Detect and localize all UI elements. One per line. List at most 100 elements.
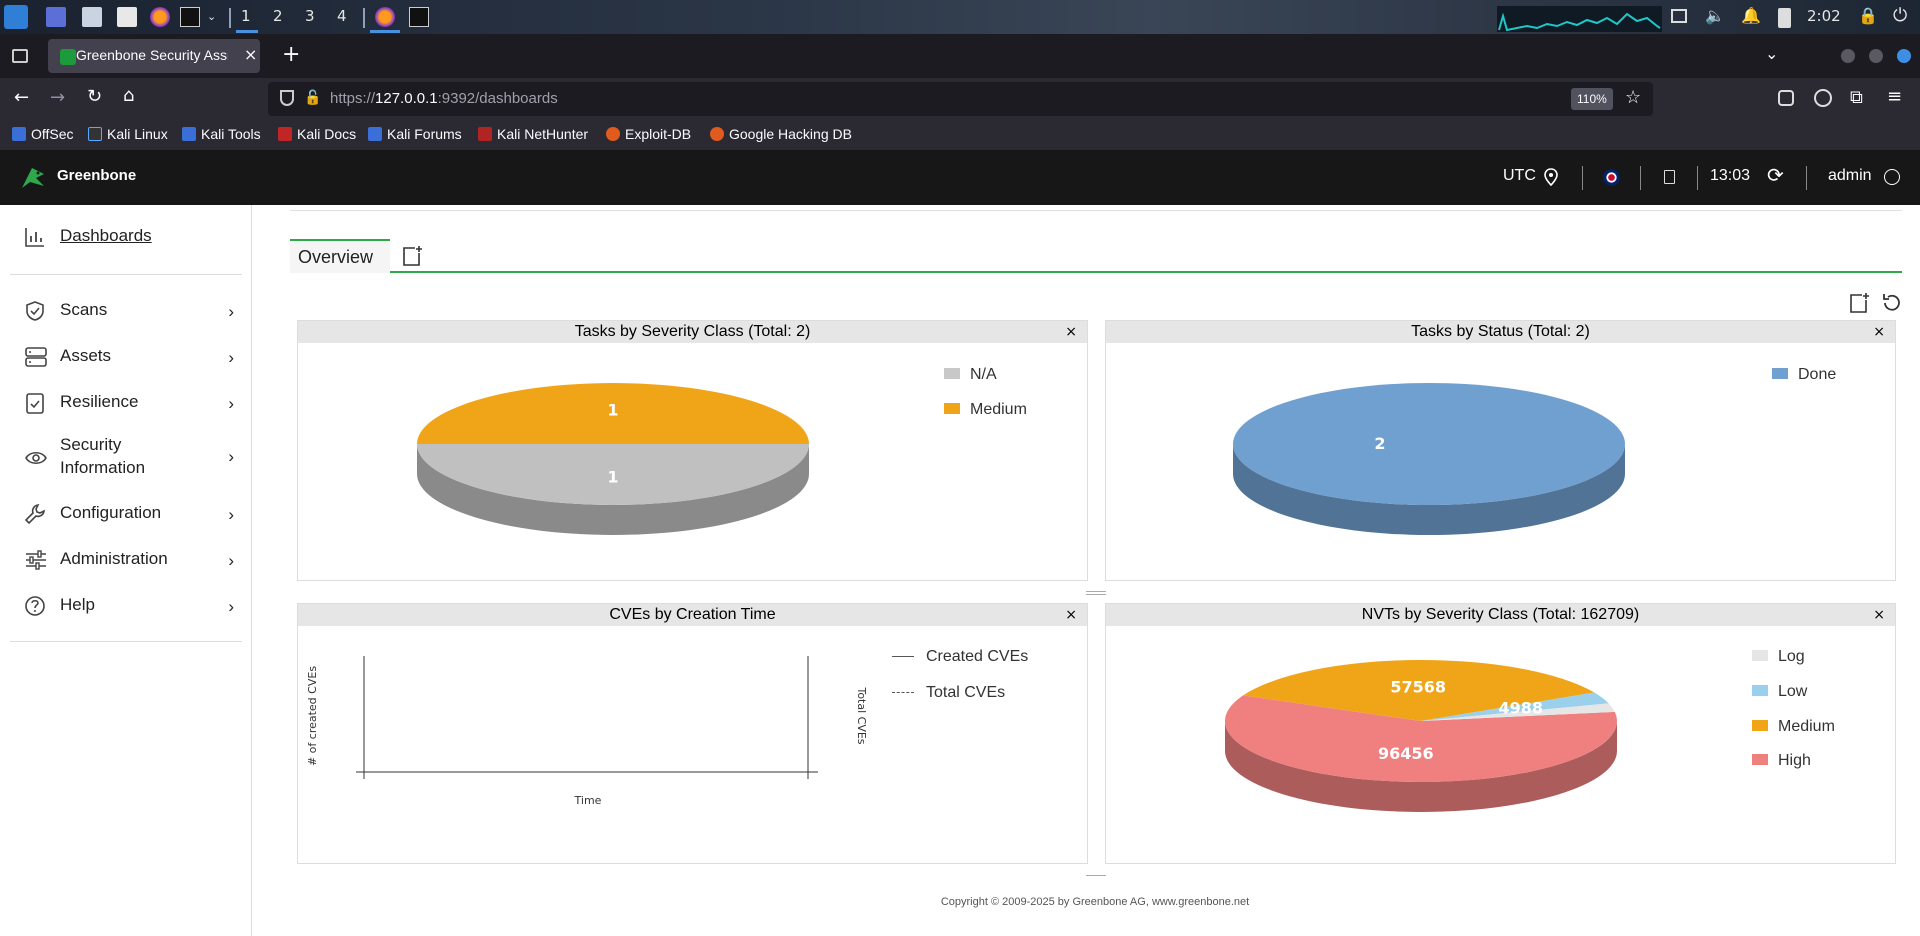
menu-icon[interactable]: ≡ bbox=[1887, 86, 1902, 107]
legend-label: Low bbox=[1778, 683, 1808, 700]
url-text[interactable]: https://127.0.0.1:9392/dashboards bbox=[330, 90, 558, 107]
close-window-icon[interactable] bbox=[1897, 49, 1911, 63]
desktop-icon[interactable] bbox=[46, 7, 66, 27]
panel-close-icon[interactable]: × bbox=[1873, 604, 1885, 626]
kali-dragon-icon bbox=[88, 127, 102, 141]
nethunter-icon bbox=[478, 127, 492, 141]
system-clock: 2:02 bbox=[1807, 7, 1841, 25]
terminal-launcher-icon[interactable] bbox=[180, 7, 200, 27]
minimize-icon[interactable] bbox=[1841, 49, 1855, 63]
sidebar-item-label-line2: Information bbox=[60, 458, 146, 477]
sidebar-item-security-information[interactable]: Security Information › bbox=[24, 435, 234, 479]
bookmark-exploit-db[interactable]: Exploit-DB bbox=[606, 126, 691, 142]
legend-item-high[interactable]: High bbox=[1752, 752, 1811, 770]
workspace-4[interactable]: 4 bbox=[337, 7, 347, 25]
reload-icon[interactable]: ↻ bbox=[87, 86, 102, 107]
browser-tab-active[interactable]: Greenbone Security Assis × bbox=[48, 39, 260, 73]
url-bar[interactable]: 🔓 https://127.0.0.1:9392/dashboards 110%… bbox=[268, 82, 1653, 116]
panel-close-icon[interactable]: × bbox=[1873, 321, 1885, 343]
add-display-icon[interactable] bbox=[1848, 292, 1870, 314]
account-icon[interactable] bbox=[1814, 89, 1832, 107]
bookmark-kali-linux[interactable]: Kali Linux bbox=[88, 126, 168, 142]
legend-item-total-cves[interactable]: Total CVEs bbox=[892, 684, 1005, 702]
reset-dashboard-icon[interactable] bbox=[1881, 292, 1903, 314]
greenbone-logo-icon[interactable] bbox=[18, 164, 48, 192]
legend-swatch bbox=[1752, 685, 1768, 696]
bookmark-kali-docs[interactable]: Kali Docs bbox=[278, 126, 356, 142]
legend-line bbox=[892, 656, 914, 657]
bookmark-kali-nethunter[interactable]: Kali NetHunter bbox=[478, 126, 588, 142]
lock-icon[interactable]: 🔒 bbox=[1858, 6, 1878, 25]
firefox-window-icon[interactable] bbox=[375, 7, 395, 27]
lock-warning-icon[interactable]: 🔓 bbox=[304, 90, 321, 106]
zoom-badge[interactable]: 110% bbox=[1571, 88, 1613, 110]
footer-copyright: Copyright © 2009-2025 by Greenbone AG, w… bbox=[940, 896, 1250, 908]
panel-close-icon[interactable]: × bbox=[1065, 604, 1077, 626]
pie-slice-done[interactable] bbox=[1233, 383, 1625, 505]
legend-item-done[interactable]: Done bbox=[1772, 366, 1836, 384]
bookmark-google-hacking-db[interactable]: Google Hacking DB bbox=[710, 126, 852, 142]
kali-menu-icon[interactable] bbox=[4, 5, 28, 29]
volume-icon[interactable]: 🔈 bbox=[1705, 6, 1725, 25]
shield-icon[interactable] bbox=[280, 90, 294, 106]
resize-handle[interactable] bbox=[1086, 875, 1106, 876]
new-tab-icon[interactable]: + bbox=[282, 42, 300, 67]
legend-item-medium[interactable]: Medium bbox=[1752, 718, 1835, 736]
workspace-2[interactable]: 2 bbox=[273, 7, 283, 25]
legend-item-created-cves[interactable]: Created CVEs bbox=[892, 648, 1028, 666]
maximize-icon[interactable] bbox=[1869, 49, 1883, 63]
forward-icon[interactable]: → bbox=[50, 87, 65, 108]
bookmark-star-icon[interactable]: ☆ bbox=[1625, 87, 1641, 108]
power-icon[interactable]: ⏻ bbox=[1893, 5, 1907, 26]
chevron-down-icon[interactable]: ⌄ bbox=[207, 10, 216, 23]
screen-icon[interactable] bbox=[1671, 9, 1687, 23]
sidebar-item-label: Administration bbox=[60, 549, 168, 568]
location-pin-icon[interactable] bbox=[1544, 168, 1558, 186]
bookmark-label: Kali Docs bbox=[297, 126, 357, 142]
panel-title: Tasks by Status (Total: 2) bbox=[1106, 321, 1895, 343]
new-dashboard-icon[interactable] bbox=[401, 245, 423, 267]
terminal-window-icon[interactable] bbox=[409, 7, 429, 27]
extensions-icon[interactable]: ⧉ bbox=[1850, 87, 1863, 108]
legend-swatch bbox=[1752, 650, 1768, 661]
bookmark-kali-forums[interactable]: Kali Forums bbox=[368, 126, 462, 142]
legend-item-medium[interactable]: Medium bbox=[944, 401, 1027, 419]
panel-title: Tasks by Severity Class (Total: 2) bbox=[298, 321, 1087, 343]
user-name[interactable]: admin bbox=[1828, 167, 1872, 185]
notifications-icon[interactable]: 🔔 bbox=[1741, 6, 1761, 25]
text-editor-icon[interactable] bbox=[117, 7, 137, 27]
sidebar-item-label: Configuration bbox=[60, 503, 162, 522]
panel-cves-by-creation-time: CVEs by Creation Time × Time # of create… bbox=[297, 603, 1088, 864]
brand-name[interactable]: Greenbone bbox=[57, 167, 136, 184]
chevron-right-icon: › bbox=[228, 505, 234, 524]
panel-title: CVEs by Creation Time bbox=[298, 604, 1087, 626]
chevron-right-icon: › bbox=[228, 551, 234, 570]
firefox-launcher-icon[interactable] bbox=[150, 7, 170, 27]
legend-item-na[interactable]: N/A bbox=[944, 366, 997, 384]
resize-handle[interactable] bbox=[1086, 591, 1106, 592]
file-manager-icon[interactable] bbox=[82, 7, 102, 27]
list-tabs-icon[interactable]: ⌄ bbox=[1765, 44, 1778, 63]
pocket-icon[interactable] bbox=[1778, 90, 1794, 106]
workspace-1[interactable]: 1 bbox=[241, 7, 251, 25]
refresh-icon[interactable]: ⟳ bbox=[1767, 163, 1784, 187]
bookmark-offsec[interactable]: OffSec bbox=[12, 126, 74, 142]
workspace-3[interactable]: 3 bbox=[305, 7, 315, 25]
home-icon[interactable]: ⌂ bbox=[123, 85, 134, 106]
legend-line bbox=[892, 692, 914, 693]
sidebar-item-label: Resilience bbox=[60, 392, 139, 411]
kali-docs-icon bbox=[278, 127, 292, 141]
back-icon[interactable]: ← bbox=[14, 87, 29, 108]
tab-close-icon[interactable]: × bbox=[244, 45, 257, 64]
language-flag-icon[interactable] bbox=[1603, 169, 1620, 186]
bookmark-kali-tools[interactable]: Kali Tools bbox=[182, 126, 261, 142]
browser-tabstrip: Greenbone Security Assis × + ⌄ bbox=[0, 34, 1920, 78]
manual-icon[interactable] bbox=[1664, 170, 1675, 184]
legend-item-low[interactable]: Low bbox=[1752, 683, 1807, 701]
kali-tools-icon bbox=[182, 127, 196, 141]
user-icon[interactable] bbox=[1884, 169, 1900, 185]
panel-close-icon[interactable]: × bbox=[1065, 321, 1077, 343]
tab-overview[interactable]: Overview bbox=[290, 239, 390, 273]
tab-overview-icon[interactable] bbox=[12, 49, 28, 63]
legend-item-log[interactable]: Log bbox=[1752, 648, 1805, 666]
